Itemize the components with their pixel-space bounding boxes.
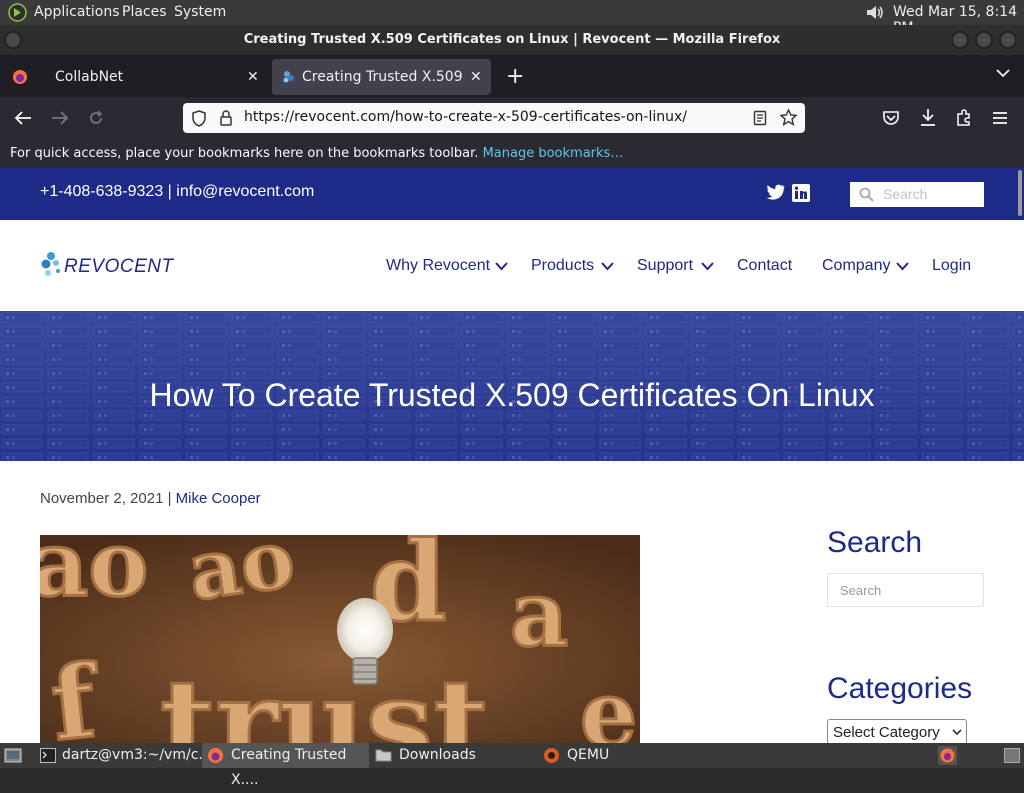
task-qemu[interactable]: QEMU [540,743,702,768]
bookmark-star-icon[interactable] [780,109,797,126]
places-menu[interactable]: Places [122,4,167,20]
sidebar-search-placeholder: Search [840,583,882,598]
sidebar-search-input[interactable]: Search [827,573,984,607]
new-tab-icon[interactable]: + [506,64,524,89]
nav-why-revocent[interactable]: Why Revocent [386,257,490,275]
terminal-icon [40,748,56,763]
category-select-value: Select Category [833,724,940,741]
svg-text:trust: trust [160,653,489,743]
volume-icon[interactable] [864,3,886,22]
tab-label: CollabNet [55,69,124,85]
workspace-switcher[interactable] [1004,748,1020,763]
tab-collabnet[interactable]: CollabNet ✕ [4,59,268,95]
revocent-logo-icon[interactable] [40,251,64,279]
tab-bar: CollabNet ✕ Creating Trusted X.509 Cert … [0,55,1024,97]
post-date: November 2, 2021 [40,490,164,507]
meta-separator: | [163,490,176,507]
window-title: Creating Trusted X.509 Certificates on L… [243,32,781,47]
firefox-favicon-icon [12,69,28,85]
tab-label: Creating Trusted X.509 Cert [302,69,467,85]
reload-icon[interactable] [88,110,104,126]
back-icon[interactable] [14,110,32,126]
lock-icon[interactable] [219,110,233,126]
minimize-button[interactable] [951,31,969,49]
task-label: Creating Trusted X.... [231,747,347,788]
reader-view-icon[interactable] [753,110,767,126]
task-terminal[interactable]: dartz@vm3:~/vm/c... [35,743,212,768]
nav-contact[interactable]: Contact [737,257,792,275]
list-all-tabs-icon[interactable] [996,68,1010,78]
tab-close-icon[interactable]: ✕ [470,59,482,95]
qemu-icon [543,747,560,764]
nav-support[interactable]: Support [637,257,693,275]
sidebar-search-heading: Search [827,526,923,559]
linkedin-icon[interactable] [792,184,810,202]
bookmarks-toolbar: For quick access, place your bookmarks h… [0,139,1024,168]
nav-company[interactable]: Company [822,257,890,275]
svg-text:ao: ao [183,535,300,619]
chevron-down-icon[interactable] [701,262,714,271]
logo-text[interactable]: REVOCENT [64,256,174,278]
post-author-link[interactable]: Mike Cooper [176,490,261,507]
svg-text:ao: ao [40,535,148,617]
downloads-icon[interactable] [919,108,937,127]
window-menu-button[interactable] [4,31,22,49]
pocket-icon[interactable] [882,110,900,126]
system-menu[interactable]: System [174,4,226,20]
post-featured-image: ao ao d a f trust e [40,535,640,743]
bookmarks-hint: For quick access, place your bookmarks h… [10,146,479,161]
gnome-foot-icon[interactable] [8,3,27,22]
nav-products[interactable]: Products [531,257,594,275]
task-label: Downloads [399,747,476,763]
tab-close-icon[interactable]: ✕ [247,59,259,95]
firefox-icon [207,747,224,764]
post-meta: November 2, 2021 | Mike Cooper [40,490,261,507]
window-titlebar[interactable]: Creating Trusted X.509 Certificates on L… [0,25,1024,55]
manage-bookmarks-link[interactable]: Manage bookmarks… [483,146,624,161]
task-downloads[interactable]: Downloads [372,743,535,768]
url-text[interactable]: https://revocent.com/how-to-create-x-509… [244,109,687,125]
chevron-down-icon[interactable] [495,262,508,271]
extensions-icon[interactable] [955,109,973,127]
header-search-box[interactable]: Search [850,182,984,207]
post-title: How To Create Trusted X.509 Certificates… [149,377,875,413]
task-label: dartz@vm3:~/vm/c... [62,747,212,763]
show-desktop-icon[interactable] [4,747,22,764]
page-scrollbar-thumb[interactable] [1018,170,1022,216]
folder-icon [375,748,392,762]
task-firefox[interactable]: Creating Trusted X.... [202,743,369,788]
maximize-button[interactable] [975,31,993,49]
close-window-button[interactable] [999,31,1017,49]
site-top-bar: +1-408-638-9323 | info@revocent.com Sear… [0,168,1024,220]
revocent-favicon-icon [281,69,297,85]
chevron-down-icon[interactable] [896,262,909,271]
sidebar-categories-heading: Categories [827,672,973,705]
task-label: QEMU [567,747,610,763]
nav-login[interactable]: Login [932,257,971,275]
contact-info[interactable]: +1-408-638-9323 | info@revocent.com [40,183,314,201]
shield-icon[interactable] [191,110,207,127]
chevron-down-icon[interactable] [601,262,614,271]
forward-icon[interactable] [51,110,69,126]
applications-menu[interactable]: Applications [34,4,120,20]
firefox-tray-icon[interactable] [938,746,957,765]
web-page: +1-408-638-9323 | info@revocent.com Sear… [0,168,1024,743]
bottom-taskbar: dartz@vm3:~/vm/c... Creating Trusted X..… [0,743,1024,788]
search-icon [859,187,874,202]
header-search-input[interactable]: Search [883,186,927,202]
top-panel: Applications Places System Wed Mar 15, 8… [0,0,1024,36]
menu-icon[interactable] [992,111,1008,125]
twitter-icon[interactable] [765,184,785,201]
category-select[interactable]: Select Category [827,719,967,743]
url-bar[interactable]: https://revocent.com/how-to-create-x-509… [183,103,805,133]
svg-text:a: a [510,561,568,667]
chevron-down-icon [952,729,962,736]
tab-revocent[interactable]: Creating Trusted X.509 Cert ✕ [272,59,491,95]
svg-text:e: e [580,661,637,743]
